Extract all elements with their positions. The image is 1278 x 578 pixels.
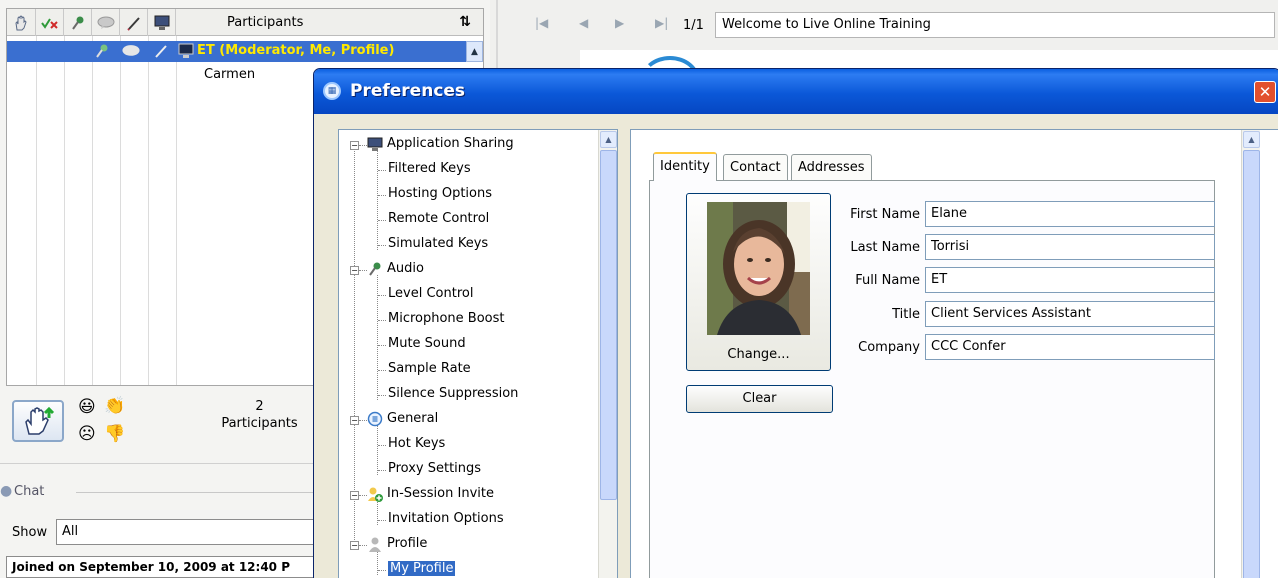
tree-item-hosting-options[interactable]: Hosting Options bbox=[388, 184, 492, 204]
raise-hand-icon bbox=[25, 406, 55, 435]
show-filter-select[interactable]: All bbox=[56, 519, 316, 545]
slide-title-field[interactable]: Welcome to Live Online Training bbox=[715, 12, 1275, 38]
tree-item-hot-keys[interactable]: Hot Keys bbox=[388, 434, 445, 454]
tree-item-my-profile[interactable]: My Profile bbox=[388, 559, 456, 578]
first-name-label: First Name bbox=[850, 207, 920, 222]
scroll-up-button[interactable]: ▲ bbox=[600, 131, 617, 148]
tree-item-remote-control[interactable]: Remote Control bbox=[388, 209, 489, 229]
tree-item-invitation-options[interactable]: Invitation Options bbox=[388, 509, 504, 529]
app-icon: ▦ bbox=[323, 82, 341, 100]
tree-item-mute-sound[interactable]: Mute Sound bbox=[388, 334, 466, 354]
sad-icon[interactable]: ☹ bbox=[78, 424, 96, 444]
chat-bubble-column-icon[interactable] bbox=[92, 9, 120, 36]
tab-contact[interactable]: Contact bbox=[723, 154, 788, 180]
monitor-column-icon[interactable] bbox=[148, 9, 176, 36]
monitor-icon bbox=[178, 43, 194, 58]
previous-slide-icon[interactable]: ◀ bbox=[579, 16, 588, 30]
participant-row-selected[interactable]: ET (Moderator, Me, Profile) bbox=[7, 41, 467, 62]
company-label: Company bbox=[858, 340, 920, 355]
smile-icon[interactable]: 😃 bbox=[78, 397, 96, 417]
last-slide-icon[interactable]: ▶| bbox=[655, 16, 668, 30]
scroll-thumb[interactable] bbox=[600, 150, 617, 500]
participants-header: Participants ⇅ bbox=[7, 9, 483, 36]
change-photo-label: Change... bbox=[727, 347, 790, 362]
preferences-tree: − Application Sharing Filtered Keys Host… bbox=[338, 129, 618, 578]
title-label: Title bbox=[892, 307, 920, 322]
last-name-field[interactable]: Torrisi bbox=[925, 234, 1215, 260]
raise-hand-button[interactable] bbox=[12, 400, 64, 442]
pencil-icon bbox=[155, 45, 167, 58]
tree-item-sample-rate[interactable]: Sample Rate bbox=[388, 359, 471, 379]
preferences-dialog: ▦ Preferences ✕ − Application Sharing Fi… bbox=[313, 68, 1278, 578]
tree-item-in-session-invite[interactable]: In-Session Invite bbox=[367, 484, 494, 504]
dialog-title: Preferences bbox=[350, 81, 466, 101]
identity-tab-panel: Change... Clear First Name Elane Last Na… bbox=[649, 180, 1215, 578]
change-photo-button[interactable]: Change... bbox=[686, 193, 831, 371]
invite-user-icon bbox=[368, 487, 383, 502]
participants-column-header[interactable] bbox=[176, 9, 446, 36]
company-field[interactable]: CCC Confer bbox=[925, 334, 1215, 360]
microphone-column-icon[interactable] bbox=[64, 9, 92, 36]
clear-button[interactable]: Clear bbox=[686, 385, 833, 413]
profile-photo bbox=[707, 202, 810, 335]
page-indicator: 1/1 bbox=[683, 18, 704, 33]
scroll-up-button[interactable]: ▲ bbox=[466, 41, 483, 62]
thumbs-down-icon[interactable]: 👎 bbox=[104, 424, 125, 444]
microphone-icon bbox=[96, 44, 108, 58]
content-scrollbar[interactable]: ▲ bbox=[1241, 130, 1260, 578]
close-button[interactable]: ✕ bbox=[1254, 81, 1276, 103]
title-field[interactable]: Client Services Assistant bbox=[925, 301, 1215, 327]
general-settings-icon bbox=[367, 411, 383, 426]
tree-item-level-control[interactable]: Level Control bbox=[388, 284, 473, 304]
tree-item-audio[interactable]: Audio bbox=[367, 259, 424, 279]
tree-item-general[interactable]: General bbox=[367, 409, 438, 429]
participants-header-label: Participants bbox=[227, 15, 304, 30]
tree-item-silence-suppression[interactable]: Silence Suppression bbox=[388, 384, 518, 404]
chat-message: Joined on September 10, 2009 at 12:40 P bbox=[6, 556, 326, 578]
tree-item-simulated-keys[interactable]: Simulated Keys bbox=[388, 234, 488, 254]
chat-label: Chat bbox=[14, 484, 45, 499]
profile-icon bbox=[369, 537, 381, 552]
tab-identity[interactable]: Identity bbox=[653, 152, 717, 181]
monitor-icon bbox=[367, 137, 383, 151]
participant-name[interactable]: Carmen bbox=[204, 67, 255, 82]
chat-bubble-icon bbox=[122, 45, 140, 56]
first-slide-icon[interactable]: |◀ bbox=[535, 16, 548, 30]
applause-icon[interactable]: 👏 bbox=[104, 396, 125, 416]
presentation-toolbar: |◀ ◀ ▶ ▶| 1/1 Welcome to Live Online Tra… bbox=[505, 10, 1278, 40]
preferences-titlebar[interactable]: ▦ Preferences ✕ bbox=[314, 69, 1278, 114]
participant-name: ET (Moderator, Me, Profile) bbox=[197, 43, 395, 58]
next-slide-icon[interactable]: ▶ bbox=[615, 16, 624, 30]
participant-count-label: Participants bbox=[221, 416, 298, 431]
pencil-column-icon[interactable] bbox=[120, 9, 148, 36]
tree-item-application-sharing[interactable]: Application Sharing bbox=[367, 134, 514, 154]
tree-item-microphone-boost[interactable]: Microphone Boost bbox=[388, 309, 505, 329]
participant-count: 2 Participants bbox=[212, 398, 307, 432]
full-name-field[interactable]: ET bbox=[925, 267, 1215, 293]
participant-count-value: 2 bbox=[255, 399, 264, 414]
last-name-label: Last Name bbox=[850, 240, 920, 255]
tree-item-filtered-keys[interactable]: Filtered Keys bbox=[388, 159, 471, 179]
show-label: Show bbox=[12, 525, 48, 540]
chat-bubble-icon: ● bbox=[0, 483, 13, 499]
mute-check-column-icon[interactable] bbox=[36, 9, 64, 36]
microphone-icon bbox=[369, 262, 381, 276]
raise-hand-column-icon[interactable] bbox=[7, 9, 36, 36]
scroll-up-button[interactable]: ▲ bbox=[1243, 131, 1260, 148]
tab-addresses[interactable]: Addresses bbox=[791, 154, 872, 180]
tree-item-profile[interactable]: Profile bbox=[367, 534, 427, 554]
sort-icon[interactable]: ⇅ bbox=[459, 14, 471, 30]
tree-scrollbar[interactable]: ▲ bbox=[598, 130, 617, 578]
tree-item-proxy-settings[interactable]: Proxy Settings bbox=[388, 459, 481, 479]
first-name-field[interactable]: Elane bbox=[925, 201, 1215, 227]
scroll-thumb[interactable] bbox=[1243, 150, 1260, 578]
full-name-label: Full Name bbox=[855, 273, 920, 288]
preferences-content: Identity Contact Addresses Change... Cle… bbox=[630, 129, 1278, 578]
